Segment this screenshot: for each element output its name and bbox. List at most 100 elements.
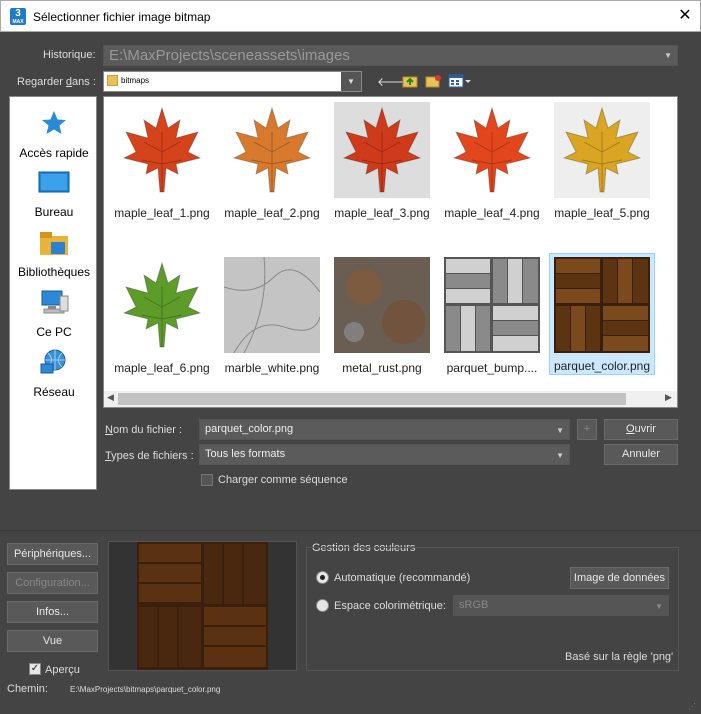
chevron-down-icon: ▼ [556, 426, 564, 435]
place-label: Bibliothèques [17, 265, 91, 279]
star-icon [10, 109, 98, 140]
sequence-label: Charger comme séquence [218, 474, 348, 486]
chevron-down-icon: ▼ [655, 602, 663, 611]
thumbnail [114, 257, 210, 353]
place-quick-access[interactable]: Accès rapide [10, 109, 98, 160]
up-folder-icon[interactable] [401, 73, 419, 91]
color-space-radio[interactable] [316, 599, 329, 612]
thumbnail [554, 257, 650, 353]
cancel-button[interactable]: Annuler [604, 444, 678, 465]
thumbnail [444, 102, 540, 198]
close-icon[interactable]: ✕ [674, 5, 696, 27]
file-item[interactable]: maple_leaf_5.png [549, 102, 655, 220]
thumbnail [554, 102, 650, 198]
thumbnail [444, 257, 540, 353]
places-bar: Accès rapide Bureau Bibliothèques Ce PC … [9, 96, 97, 490]
thumbnail [114, 102, 210, 198]
config-button[interactable]: Configuration... [7, 572, 98, 594]
file-item[interactable]: maple_leaf_1.png [109, 102, 215, 220]
divider [0, 530, 701, 531]
file-name: maple_leaf_2.png [224, 206, 320, 220]
file-name: maple_leaf_1.png [114, 206, 210, 220]
file-item-selected[interactable]: parquet_color.png [549, 253, 655, 375]
chevron-down-icon[interactable]: ▼ [341, 72, 361, 91]
thumbnail [223, 256, 321, 354]
thumbnail [334, 257, 430, 353]
open-button[interactable]: Ouvrir [604, 419, 678, 440]
look-in-label: Regarder dans : [17, 76, 96, 88]
filetype-select[interactable]: Tous les formats ▼ [199, 444, 570, 465]
new-folder-icon[interactable] [424, 73, 442, 91]
scroll-right-icon[interactable]: ▶ [665, 392, 672, 403]
preview-label: Aperçu [45, 664, 80, 676]
place-libraries[interactable]: Bibliothèques [10, 230, 98, 279]
chevron-down-icon: ▼ [556, 451, 564, 460]
place-network[interactable]: Réseau [10, 348, 98, 399]
color-space-value: sRGB [459, 599, 489, 611]
window-title: Sélectionner fichier image bitmap [33, 10, 211, 24]
place-this-pc[interactable]: Ce PC [10, 290, 98, 339]
filetype-value: Tous les formats [205, 448, 286, 460]
look-in-value: bitmaps [121, 76, 150, 85]
file-list-view[interactable]: maple_leaf_1.png maple_leaf_2.png maple_… [103, 96, 678, 408]
history-label: Historique: [43, 49, 96, 61]
filetype-label: Types de fichiers : [105, 450, 194, 462]
desktop-icon [10, 170, 98, 199]
parquet-preview-image [137, 542, 268, 670]
app-icon: 3 MAX [10, 8, 26, 25]
view-button[interactable]: Vue [7, 630, 98, 652]
folder-icon [107, 75, 118, 86]
auto-label: Automatique (recommandé) [334, 572, 471, 584]
path-value: E:\MaxProjects\bitmaps\parquet_color.png [70, 685, 221, 694]
auto-radio[interactable] [316, 571, 329, 584]
thumbnail [334, 102, 430, 198]
preview-checkbox[interactable]: ✓ [29, 663, 41, 675]
file-name: parquet_bump.... [446, 361, 538, 375]
filename-value: parquet_color.png [205, 423, 294, 435]
sequence-checkbox[interactable] [201, 474, 213, 486]
file-item[interactable]: parquet_bump.... [439, 257, 545, 375]
thumbnail [224, 102, 320, 198]
scrollbar-thumb[interactable] [118, 393, 626, 405]
title-bar: 3 MAX Sélectionner fichier image bitmap ✕ [0, 0, 701, 32]
file-item[interactable]: maple_leaf_3.png [329, 102, 435, 220]
file-item[interactable]: maple_leaf_2.png [219, 102, 325, 220]
place-label: Accès rapide [19, 146, 89, 160]
file-item[interactable]: metal_rust.png [329, 257, 435, 375]
computer-icon [10, 290, 98, 319]
filename-input[interactable]: parquet_color.png ▼ [199, 419, 570, 440]
file-name: maple_leaf_3.png [334, 206, 430, 220]
color-space-select[interactable]: sRGB ▼ [453, 595, 669, 616]
place-desktop[interactable]: Bureau [10, 170, 98, 219]
scroll-left-icon[interactable]: ◀ [107, 392, 114, 403]
view-menu-icon[interactable] [448, 73, 471, 91]
devices-button[interactable]: Périphériques... [7, 543, 98, 565]
file-name: maple_leaf_5.png [554, 206, 650, 220]
add-button[interactable]: + [577, 419, 597, 440]
place-label: Bureau [34, 205, 74, 219]
image-preview [108, 541, 297, 671]
place-label: Ce PC [36, 325, 72, 339]
file-name: maple_leaf_4.png [444, 206, 540, 220]
file-item[interactable]: maple_leaf_6.png [109, 257, 215, 375]
file-item[interactable]: maple_leaf_4.png [439, 102, 545, 220]
chevron-down-icon: ▼ [664, 51, 672, 60]
rule-text: Basé sur la règle 'png' [565, 651, 674, 663]
resize-grip-icon[interactable]: ⋰ [688, 702, 696, 711]
file-name: metal_rust.png [342, 361, 422, 375]
data-image-button[interactable]: Image de données [570, 567, 669, 589]
color-space-label: Espace colorimétrique: [334, 600, 446, 612]
back-icon[interactable]: 🡐 [377, 73, 409, 91]
file-name: maple_leaf_6.png [114, 361, 210, 375]
history-combo[interactable]: E:\MaxProjects\sceneassets\images ▼ [103, 45, 678, 66]
file-name: marble_white.png [224, 361, 320, 375]
place-label: Réseau [33, 385, 75, 399]
history-value: E:\MaxProjects\sceneassets\images [109, 47, 350, 64]
info-button[interactable]: Infos... [7, 601, 98, 623]
file-name: parquet_color.png [553, 359, 651, 373]
libraries-icon [10, 230, 98, 259]
network-icon [10, 348, 98, 379]
path-label: Chemin: [7, 683, 48, 695]
file-item[interactable]: marble_white.png [219, 256, 325, 375]
filename-label: Nom du fichier : [105, 424, 183, 436]
